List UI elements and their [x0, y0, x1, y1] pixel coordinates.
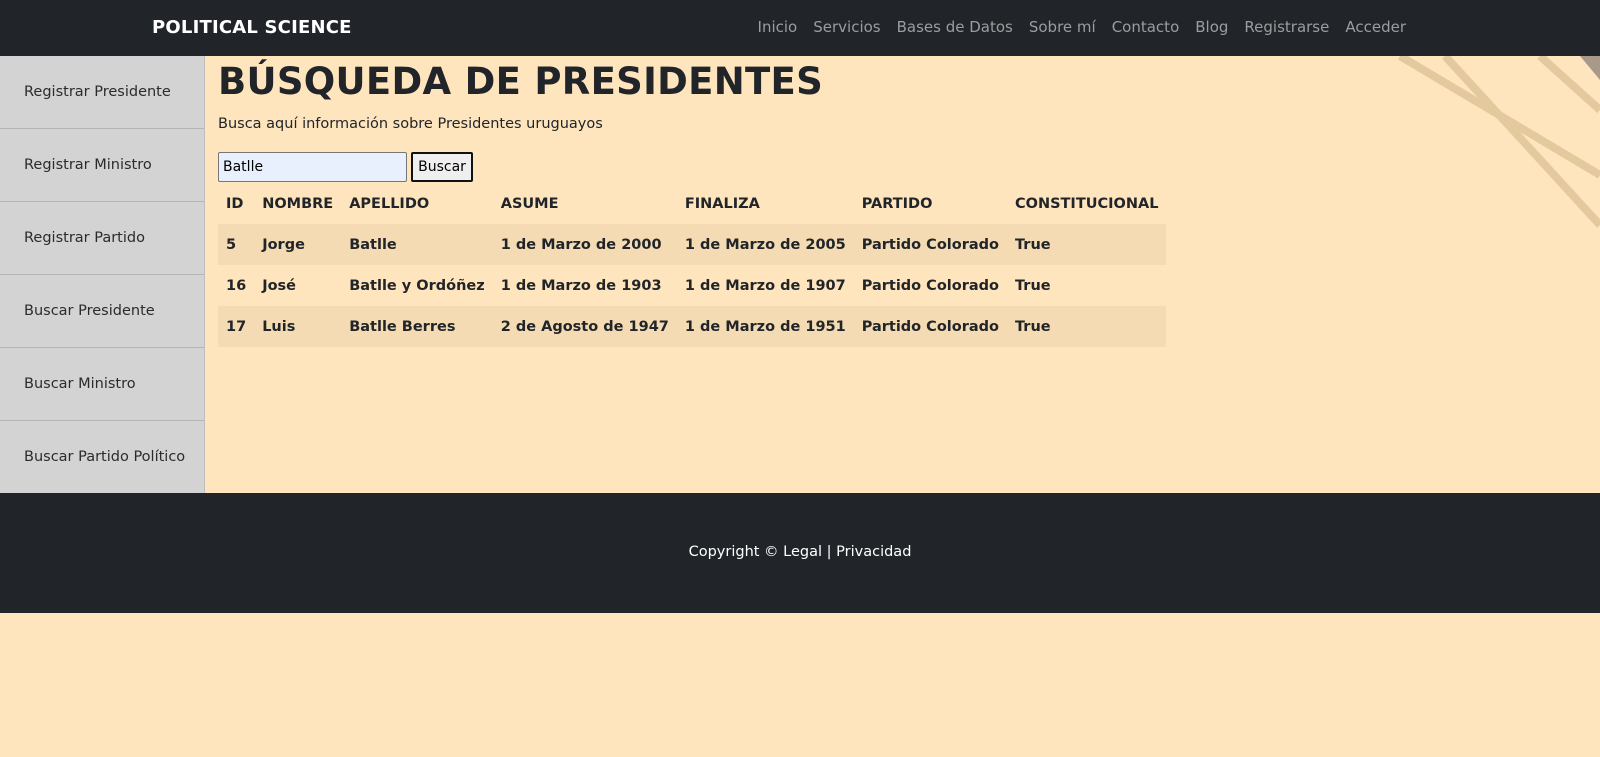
- column-header-id: ID: [226, 196, 244, 212]
- background-decoration: [1397, 52, 1600, 228]
- footer-link-legal[interactable]: Legal: [783, 544, 822, 560]
- sidebar-item-registrar-ministro[interactable]: Registrar Ministro: [0, 129, 204, 202]
- table-row: 5 Jorge Batlle 1 de Marzo de 2000 1 de M…: [218, 224, 1167, 265]
- column-header-finaliza: FINALIZA: [684, 196, 760, 212]
- footer: Copyright © Legal | Privacidad: [0, 493, 1600, 613]
- search-input[interactable]: [218, 152, 407, 182]
- sidebar-item-registrar-partido[interactable]: Registrar Partido: [0, 202, 204, 275]
- footer-links: Copyright © Legal | Privacidad: [0, 544, 1600, 560]
- nav-link-blog[interactable]: Blog: [1187, 18, 1236, 36]
- cell-apellido: Batlle Berres: [349, 318, 456, 335]
- page-title: BÚSQUEDA DE PRESIDENTES: [218, 60, 824, 103]
- sidebar-item-buscar-presidente[interactable]: Buscar Presidente: [0, 275, 204, 348]
- page-subtitle: Busca aquí información sobre Presidentes…: [218, 116, 603, 132]
- nav-link-bases-de-datos[interactable]: Bases de Datos: [889, 18, 1021, 36]
- sidebar-item-buscar-ministro[interactable]: Buscar Ministro: [0, 348, 204, 421]
- nav-link-sobre-mi[interactable]: Sobre mí: [1021, 18, 1104, 36]
- table-header-row: ID NOMBRE APELLIDO ASUME FINALIZA PARTID…: [218, 184, 1166, 224]
- table-row: 17 Luis Batlle Berres 2 de Agosto de 194…: [218, 306, 1167, 347]
- results-table: ID NOMBRE APELLIDO ASUME FINALIZA PARTID…: [218, 184, 1167, 347]
- cell-constitucional: True: [1015, 318, 1051, 335]
- cell-apellido: Batlle: [349, 236, 397, 253]
- top-navbar: POLITICAL SCIENCE Inicio Servicios Bases…: [0, 0, 1600, 56]
- cell-constitucional: True: [1015, 236, 1051, 253]
- cell-nombre: Luis: [262, 318, 296, 335]
- column-header-apellido: APELLIDO: [349, 196, 430, 212]
- column-header-partido: PARTIDO: [861, 196, 933, 212]
- table-row: 16 José Batlle y Ordóñez 1 de Marzo de 1…: [218, 265, 1166, 306]
- cell-partido: Partido Colorado: [861, 236, 999, 253]
- cell-id: 5: [226, 236, 237, 253]
- sidebar-item-buscar-partido-politico[interactable]: Buscar Partido Político: [0, 421, 204, 493]
- column-header-asume: ASUME: [500, 196, 559, 212]
- cell-asume: 1 de Marzo de 1903: [500, 277, 662, 294]
- column-header-constitucional: CONSTITUCIONAL: [1015, 196, 1159, 212]
- footer-copyright: Copyright ©: [688, 544, 779, 560]
- brand-logo[interactable]: POLITICAL SCIENCE: [152, 17, 352, 38]
- cell-finaliza: 1 de Marzo de 1907: [684, 277, 846, 294]
- column-header-nombre: NOMBRE: [262, 196, 334, 212]
- nav-link-registrarse[interactable]: Registrarse: [1236, 18, 1337, 36]
- footer-separator: |: [826, 544, 832, 560]
- cell-asume: 1 de Marzo de 2000: [500, 236, 662, 253]
- cell-apellido: Batlle y Ordóñez: [349, 277, 485, 294]
- footer-link-privacidad[interactable]: Privacidad: [836, 544, 911, 560]
- cell-nombre: Jorge: [262, 236, 305, 253]
- cell-constitucional: True: [1015, 277, 1051, 294]
- nav-link-contacto[interactable]: Contacto: [1104, 18, 1188, 36]
- cell-id: 16: [226, 277, 247, 294]
- cell-partido: Partido Colorado: [861, 318, 999, 335]
- cell-asume: 2 de Agosto de 1947: [500, 318, 669, 335]
- cell-finaliza: 1 de Marzo de 1951: [684, 318, 846, 335]
- cell-partido: Partido Colorado: [861, 277, 999, 294]
- cell-finaliza: 1 de Marzo de 2005: [684, 236, 846, 253]
- cell-nombre: José: [262, 277, 297, 294]
- cell-id: 17: [226, 318, 247, 335]
- sidebar-item-registrar-presidente[interactable]: Registrar Presidente: [0, 56, 204, 129]
- nav-link-inicio[interactable]: Inicio: [750, 18, 806, 36]
- sidebar: Registrar Presidente Registrar Ministro …: [0, 56, 205, 493]
- nav-link-servicios[interactable]: Servicios: [805, 18, 888, 36]
- nav-link-acceder[interactable]: Acceder: [1337, 18, 1414, 36]
- search-button[interactable]: Buscar: [411, 152, 473, 182]
- nav-links: Inicio Servicios Bases de Datos Sobre mí…: [750, 18, 1414, 36]
